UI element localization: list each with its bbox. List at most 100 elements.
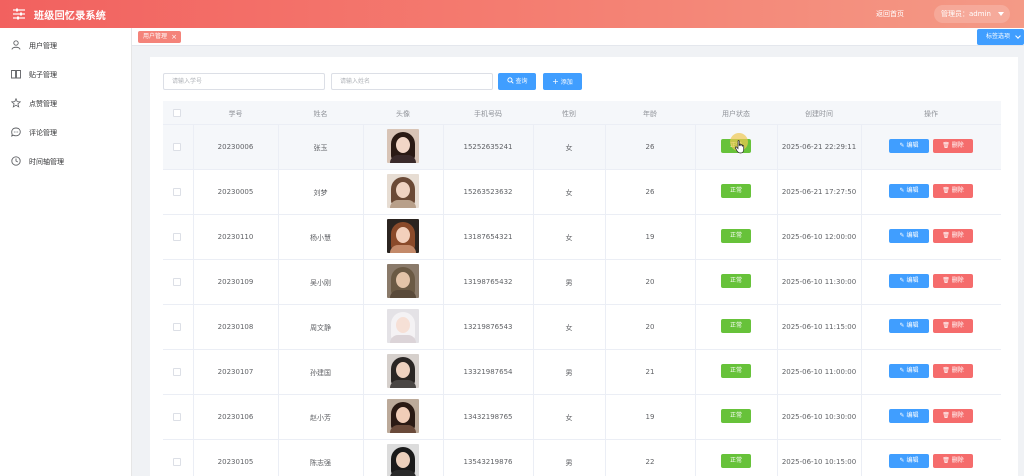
cell-name: 陈志强 — [310, 459, 331, 467]
avatar-body — [390, 290, 416, 298]
cell-created: 2025-06-10 11:15:00 — [781, 323, 857, 331]
menu-toggle-icon[interactable] — [13, 8, 25, 20]
sidebar: 用户管理 贴子管理 点赞管理 评论管理 时间轴管理 — [0, 28, 132, 476]
back-home-link[interactable]: 返回首页 — [876, 9, 904, 19]
edit-button[interactable]: ✎ 编辑 — [889, 184, 929, 198]
sidebar-item-comments[interactable]: 评论管理 — [0, 120, 132, 146]
cell-gender: 女 — [565, 189, 573, 197]
column-divider — [695, 260, 696, 305]
column-divider — [363, 260, 364, 305]
avatar-body — [390, 470, 416, 476]
row-checkbox[interactable] — [173, 233, 181, 241]
row-checkbox[interactable] — [173, 188, 181, 196]
avatar[interactable] — [387, 174, 419, 208]
column-divider — [363, 215, 364, 260]
edit-button[interactable]: ✎ 编辑 — [889, 319, 929, 333]
status-badge[interactable]: 正常 — [721, 184, 751, 198]
trash-icon: 🗑 — [942, 367, 950, 374]
avatar[interactable] — [387, 219, 419, 253]
cell-gender: 男 — [565, 279, 573, 287]
status-badge[interactable]: 正常 — [721, 454, 751, 468]
cell-student-id: 20230109 — [217, 278, 254, 286]
edit-button[interactable]: ✎ 编辑 — [889, 229, 929, 243]
column-divider — [363, 305, 364, 350]
add-button[interactable]: + 添加 — [543, 73, 582, 90]
sidebar-item-posts[interactable]: 贴子管理 — [0, 62, 132, 88]
student-id-search-input[interactable]: 请输入学号 — [163, 73, 325, 90]
edit-icon: ✎ — [899, 187, 905, 194]
delete-button[interactable]: 🗑 删除 — [933, 184, 973, 198]
sidebar-item-label: 贴子管理 — [29, 71, 57, 79]
edit-button[interactable]: ✎ 编辑 — [889, 274, 929, 288]
tag-options-button[interactable]: 标签选项 — [977, 29, 1024, 45]
row-checkbox[interactable] — [173, 458, 181, 466]
sidebar-item-timeline[interactable]: 时间轴管理 — [0, 149, 132, 175]
avatar[interactable] — [387, 309, 419, 343]
delete-button[interactable]: 🗑 删除 — [933, 454, 973, 468]
column-divider — [363, 170, 364, 215]
edit-icon: ✎ — [899, 277, 905, 284]
plus-icon: + — [552, 77, 559, 86]
avatar[interactable] — [387, 129, 419, 163]
edit-button-label: 编辑 — [906, 322, 919, 329]
delete-button-label: 删除 — [951, 412, 964, 419]
avatar[interactable] — [387, 354, 419, 388]
cell-age: 22 — [645, 458, 655, 466]
edit-icon: ✎ — [899, 457, 905, 464]
column-divider — [363, 440, 364, 476]
row-checkbox[interactable] — [173, 368, 181, 376]
cell-phone: 15263523632 — [463, 188, 513, 196]
delete-button[interactable]: 🗑 删除 — [933, 409, 973, 423]
column-divider — [861, 170, 862, 215]
delete-button-label: 删除 — [951, 367, 964, 374]
sidebar-item-likes[interactable]: 点赞管理 — [0, 91, 132, 117]
sidebar-item-label: 评论管理 — [29, 129, 57, 137]
edit-button[interactable]: ✎ 编辑 — [889, 364, 929, 378]
tag-users[interactable]: 用户管理 × — [138, 31, 182, 43]
avatar[interactable] — [387, 444, 419, 476]
status-badge[interactable]: 正常 — [721, 364, 751, 378]
sidebar-item-users[interactable]: 用户管理 — [0, 33, 132, 59]
cell-gender: 女 — [565, 414, 573, 422]
name-search-input[interactable]: 请输入姓名 — [331, 73, 493, 90]
row-checkbox[interactable] — [173, 143, 181, 151]
add-button-label: 添加 — [560, 79, 573, 86]
cell-age: 26 — [645, 143, 655, 151]
row-checkbox[interactable] — [173, 323, 181, 331]
query-button[interactable]: 查询 — [498, 73, 536, 90]
cell-gender: 女 — [565, 144, 573, 152]
status-badge[interactable]: 正常 — [721, 409, 751, 423]
avatar[interactable] — [387, 264, 419, 298]
edit-button[interactable]: ✎ 编辑 — [889, 454, 929, 468]
avatar[interactable] — [387, 399, 419, 433]
admin-dropdown[interactable]: 管理员：admin — [934, 5, 1010, 23]
cell-age: 21 — [645, 368, 655, 376]
status-badge[interactable]: 正常 — [721, 274, 751, 288]
delete-button[interactable]: 🗑 删除 — [933, 139, 973, 153]
status-badge[interactable]: 正常 — [721, 229, 751, 243]
cell-created: 2025-06-10 11:30:00 — [781, 278, 857, 286]
delete-button[interactable]: 🗑 删除 — [933, 319, 973, 333]
cell-gender: 男 — [565, 369, 573, 377]
edit-button-label: 编辑 — [906, 277, 919, 284]
row-checkbox[interactable] — [173, 278, 181, 286]
edit-button[interactable]: ✎ 编辑 — [889, 409, 929, 423]
column-divider — [695, 395, 696, 440]
delete-button-label: 删除 — [951, 322, 964, 329]
column-divider — [695, 305, 696, 350]
delete-button[interactable]: 🗑 删除 — [933, 229, 973, 243]
close-icon[interactable]: × — [171, 31, 177, 43]
table-row: 20230005 刘梦 15263523632 女 26 正常 2025-06-… — [163, 170, 1001, 215]
status-badge[interactable]: 正常 — [721, 319, 751, 333]
edit-button[interactable]: ✎ 编辑 — [889, 139, 929, 153]
row-checkbox[interactable] — [173, 413, 181, 421]
cell-name: 吴小刚 — [310, 279, 331, 287]
cell-created: 2025-06-10 10:15:00 — [781, 458, 857, 466]
column-divider — [861, 395, 862, 440]
select-all-checkbox[interactable] — [173, 109, 181, 117]
chevron-down-icon — [1015, 33, 1021, 39]
delete-button[interactable]: 🗑 删除 — [933, 274, 973, 288]
cell-name: 杨小慧 — [310, 234, 331, 242]
header-name: 姓名 — [313, 110, 328, 118]
delete-button[interactable]: 🗑 删除 — [933, 364, 973, 378]
